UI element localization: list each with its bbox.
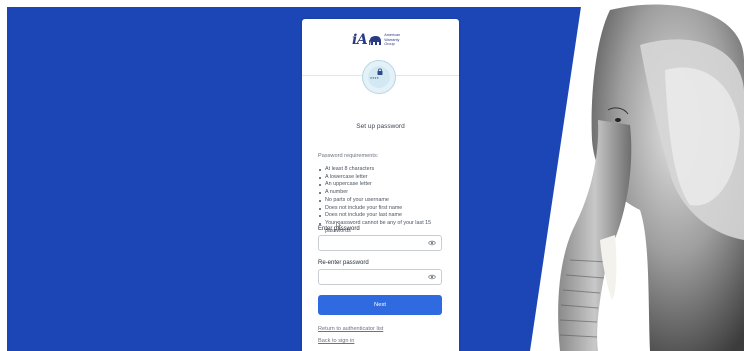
page-title: Set up password	[356, 123, 405, 130]
requirement-item: No parts of your username	[318, 197, 450, 205]
elephant-logo-icon	[369, 35, 382, 45]
requirement-item: Does not include your last name	[318, 212, 450, 220]
brand-logo: iA American Warranty Group	[352, 32, 410, 48]
authenticator-badge: ****	[362, 60, 396, 94]
requirement-item: At least 8 characters	[318, 166, 450, 174]
back-to-signin-link[interactable]: Back to sign in	[318, 338, 354, 344]
requirements-heading: Password requirements:	[318, 153, 379, 159]
requirement-item: A number	[318, 189, 450, 197]
logo-wordmark: iA	[352, 32, 368, 48]
eye-icon[interactable]	[428, 240, 436, 246]
enter-password-field[interactable]	[318, 235, 442, 251]
requirement-item: An uppercase letter	[318, 181, 450, 189]
text-cursor-icon	[336, 221, 341, 229]
return-to-authenticator-link[interactable]: Return to authenticator list	[318, 326, 383, 332]
eye-icon[interactable]	[428, 274, 436, 280]
next-button[interactable]: Next	[318, 295, 442, 315]
okta-signin-page: iA American Warranty Group **** Set up p…	[0, 0, 744, 351]
lock-icon	[377, 68, 383, 75]
password-dots-icon: ****	[370, 77, 379, 83]
elephant-photo	[530, 0, 744, 351]
logo-subtext: American Warranty Group	[384, 33, 401, 47]
reenter-password-field[interactable]	[318, 269, 442, 285]
requirement-item: A lowercase letter	[318, 174, 450, 182]
reenter-password-label: Re-enter password	[318, 260, 369, 266]
signin-card: iA American Warranty Group **** Set up p…	[302, 19, 459, 351]
requirement-item: Does not include your first name	[318, 205, 450, 213]
